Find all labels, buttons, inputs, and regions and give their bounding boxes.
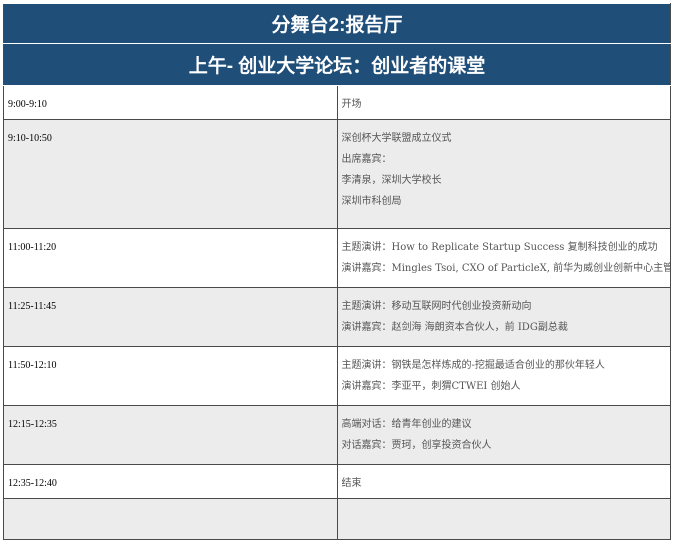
content-cell: 主题演讲：钢铁是怎样炼成的-挖掘最适合创业的那伙年轻人 演讲嘉宾：李亚平，刺猬C…: [336, 346, 671, 406]
agenda-row-empty: [3, 498, 671, 540]
content-line: 开场: [341, 99, 362, 110]
content-cell: 主题演讲：移动互联网时代创业投资新动向 演讲嘉宾：赵剑海 海朗资本合伙人，前 I…: [336, 287, 671, 347]
header-row-subtitle: 上午- 创业大学论坛：创业者的课堂: [3, 43, 671, 86]
content-cell: [336, 498, 671, 540]
agenda-row: 11:25-11:45 主题演讲：移动互联网时代创业投资新动向 演讲嘉宾：赵剑海…: [3, 287, 671, 347]
content-line: 出席嘉宾：: [341, 154, 392, 165]
content-line: 主题演讲：How to Replicate Startup Success 复制…: [341, 242, 658, 253]
content-cell: 高端对话：给青年创业的建议 对话嘉宾：贾珂，创享投资合伙人: [336, 405, 671, 465]
content-line: 演讲嘉宾：赵剑海 海朗资本合伙人，前 IDG副总裁: [341, 322, 568, 333]
agenda-row: 12:15-12:35 高端对话：给青年创业的建议 对话嘉宾：贾珂，创享投资合伙…: [3, 405, 671, 465]
agenda-table: 分舞台2:报告厅 上午- 创业大学论坛：创业者的课堂 9:00-9:10 开场 …: [3, 3, 671, 540]
agenda-row: 12:35-12:40 结束: [3, 464, 671, 499]
time-cell: [3, 498, 338, 540]
content-line: 主题演讲：钢铁是怎样炼成的-挖掘最适合创业的那伙年轻人: [341, 360, 605, 371]
content-line: 高端对话：给青年创业的建议: [341, 419, 472, 430]
session-title: 上午- 创业大学论坛：创业者的课堂: [3, 43, 671, 86]
content-cell: 开场: [336, 85, 671, 120]
header-row-title: 分舞台2:报告厅: [3, 3, 671, 44]
content-line: 结束: [341, 478, 362, 489]
time-cell: 9:10-10:50: [3, 119, 338, 229]
content-line: 演讲嘉宾：Mingles Tsoi, CXO of ParticleX, 前华为…: [341, 263, 671, 274]
content-line: 演讲嘉宾：李亚平，刺猬CTWEI 创始人: [341, 381, 521, 392]
content-line: 深创杯大学联盟成立仪式: [341, 133, 452, 144]
time-cell: 9:00-9:10: [3, 85, 338, 120]
time-cell: 12:15-12:35: [3, 405, 338, 465]
agenda-row: 11:50-12:10 主题演讲：钢铁是怎样炼成的-挖掘最适合创业的那伙年轻人 …: [3, 346, 671, 406]
agenda-row: 11:00-11:20 主题演讲：How to Replicate Startu…: [3, 228, 671, 288]
content-line: 对话嘉宾：贾珂，创享投资合伙人: [341, 440, 492, 451]
time-cell: 11:25-11:45: [3, 287, 338, 347]
time-cell: 12:35-12:40: [3, 464, 338, 499]
stage-title: 分舞台2:报告厅: [3, 3, 671, 44]
agenda-row: 9:00-9:10 开场: [3, 85, 671, 120]
time-cell: 11:00-11:20: [3, 228, 338, 288]
content-line: 主题演讲：移动互联网时代创业投资新动向: [341, 301, 532, 312]
content-line: 李清泉，深圳大学校长: [341, 175, 442, 186]
content-line: 深圳市科创局: [341, 196, 402, 207]
agenda-row: 9:10-10:50 深创杯大学联盟成立仪式 出席嘉宾： 李清泉，深圳大学校长 …: [3, 119, 671, 229]
content-cell: 主题演讲：How to Replicate Startup Success 复制…: [336, 228, 671, 288]
content-cell: 深创杯大学联盟成立仪式 出席嘉宾： 李清泉，深圳大学校长 深圳市科创局: [336, 119, 671, 229]
time-cell: 11:50-12:10: [3, 346, 338, 406]
content-cell: 结束: [336, 464, 671, 499]
